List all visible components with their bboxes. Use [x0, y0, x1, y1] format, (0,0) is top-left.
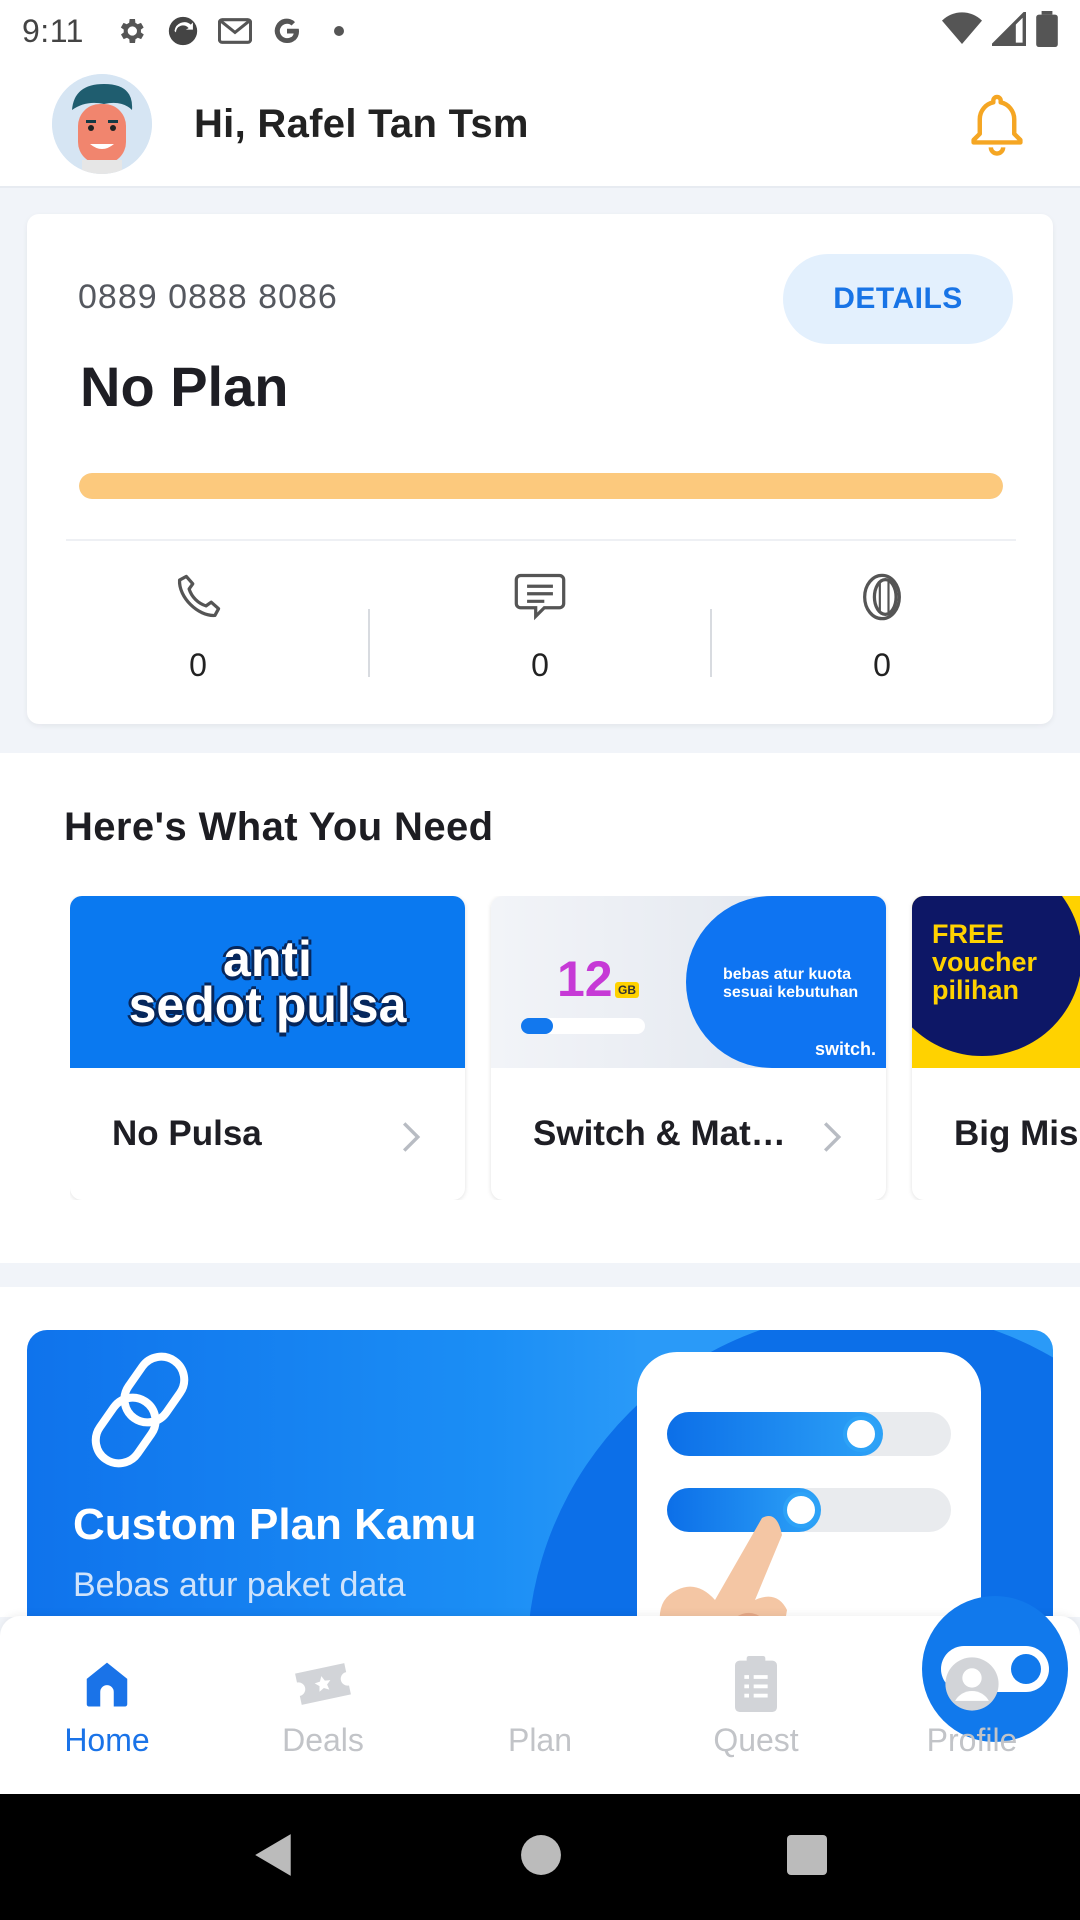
need-card-switch[interactable]: 12 GB bebas atur kuota sesuai kebutuhan … [491, 896, 886, 1200]
banner-text: bebas atur kuota sesuai kebutuhan [723, 966, 859, 1001]
plan-progress-bar [79, 473, 1003, 499]
clipboard-icon [724, 1652, 788, 1716]
stat-coins-value: 0 [873, 647, 891, 683]
stat-sms-value: 0 [531, 647, 549, 683]
section-gap [0, 1263, 1080, 1287]
wifi-icon [942, 11, 982, 51]
plan-stats: 0 0 0 [27, 559, 1053, 699]
banner-brand: switch. [814, 1039, 876, 1059]
settings-icon [114, 14, 148, 48]
avatar[interactable] [52, 74, 152, 174]
user-icon [940, 1652, 1004, 1716]
custom-plan-title: Custom Plan Kamu [73, 1500, 477, 1549]
banner-slider [521, 1018, 645, 1034]
need-card-footer: Switch & Mat… [491, 1068, 886, 1200]
section-title: Here's What You Need [64, 805, 494, 849]
divider [66, 539, 1016, 541]
custom-plan-banner[interactable]: Custom Plan Kamu Bebas atur paket data [27, 1330, 1053, 1630]
needs-section: Here's What You Need anti sedot pulsa No… [0, 753, 1080, 1263]
banner-quota-unit: GB [615, 982, 639, 998]
status-time: 9:11 [22, 12, 84, 49]
custom-plan-subtitle: Bebas atur paket data [73, 1566, 406, 1604]
sync-icon [166, 14, 200, 48]
plan-card: 0889 0888 8086 DETAILS No Plan 0 0 0 [27, 214, 1053, 724]
nav-plan[interactable]: Plan [455, 1596, 1068, 1759]
phone-number: 0889 0888 8086 [78, 278, 338, 316]
needs-carousel[interactable]: anti sedot pulsa No Pulsa 12 GB bebas at… [70, 896, 1080, 1200]
google-icon [270, 14, 304, 48]
need-card-label: No Pulsa [112, 1114, 262, 1153]
details-button[interactable]: DETAILS [783, 254, 1013, 344]
nav-label: Home [64, 1722, 150, 1758]
coin-icon [854, 569, 910, 625]
gmail-icon [217, 14, 252, 48]
need-card-label: Big Mis [954, 1114, 1079, 1153]
plan-name: No Plan [80, 355, 289, 418]
battery-icon [1036, 10, 1058, 52]
home-icon [75, 1652, 139, 1716]
signal-icon [989, 9, 1026, 51]
chevron-right-icon [397, 1120, 425, 1152]
back-icon[interactable] [253, 1832, 295, 1883]
recents-icon[interactable] [787, 1834, 828, 1880]
stat-separator [368, 609, 370, 677]
need-banner-anti-sedot: anti sedot pulsa [70, 896, 465, 1068]
nav-label: Quest [713, 1722, 799, 1758]
system-navigation-bar [0, 1794, 1080, 1920]
stat-sms: 0 [369, 559, 711, 699]
bottom-navigation: Home Deals Plan Quest Profile [0, 1596, 1080, 1794]
slider-illustration [667, 1412, 951, 1456]
phone-icon [170, 569, 226, 625]
need-card-label: Switch & Mat… [533, 1114, 786, 1153]
hand-icon [637, 1500, 787, 1630]
need-card-footer: No Pulsa [70, 1068, 465, 1200]
system-status-icons [942, 9, 1058, 52]
custom-plan-section: Custom Plan Kamu Bebas atur paket data [0, 1287, 1080, 1630]
need-card-big-mission[interactable]: FREE voucher pilihan Big Mis [912, 896, 1080, 1200]
plan-section: 0889 0888 8086 DETAILS No Plan 0 0 0 [0, 190, 1080, 750]
app-header: Hi, Rafel Tan Tsm [0, 62, 1080, 188]
link-icon [85, 1344, 195, 1481]
nav-profile[interactable]: Profile [887, 1652, 1057, 1759]
need-card-footer: Big Mis [912, 1068, 1080, 1200]
banner-text: anti sedot pulsa [128, 931, 407, 1033]
nav-label: Plan [507, 1722, 573, 1758]
banner-text: FREE voucher pilihan [932, 919, 1038, 1005]
status-bar: 9:11 [0, 0, 1080, 62]
need-banner-switch: 12 GB bebas atur kuota sesuai kebutuhan … [491, 896, 886, 1068]
ticket-icon [291, 1652, 355, 1716]
bell-icon[interactable] [966, 93, 1028, 156]
need-card-no-pulsa[interactable]: anti sedot pulsa No Pulsa [70, 896, 465, 1200]
more-notifications-icon [322, 14, 356, 48]
plan-progress-fill [79, 473, 1003, 499]
stat-coins: 0 [711, 559, 1053, 699]
stat-separator [710, 609, 712, 677]
nav-label: Profile [926, 1722, 1018, 1758]
sms-icon [512, 569, 568, 625]
nav-deals[interactable]: Deals [238, 1652, 408, 1759]
banner-quota-number: 12 [557, 951, 613, 1007]
home-circle-icon[interactable] [520, 1834, 562, 1881]
nav-label: Deals [282, 1722, 364, 1758]
chevron-right-icon [818, 1120, 846, 1152]
nav-quest[interactable]: Quest [671, 1652, 841, 1759]
notification-icons [114, 14, 356, 48]
greeting-text: Hi, Rafel Tan Tsm [194, 101, 529, 146]
stat-calls-value: 0 [189, 647, 207, 683]
need-banner-free-voucher: FREE voucher pilihan [912, 896, 1080, 1068]
nav-home[interactable]: Home [22, 1652, 192, 1759]
stat-calls: 0 [27, 559, 369, 699]
